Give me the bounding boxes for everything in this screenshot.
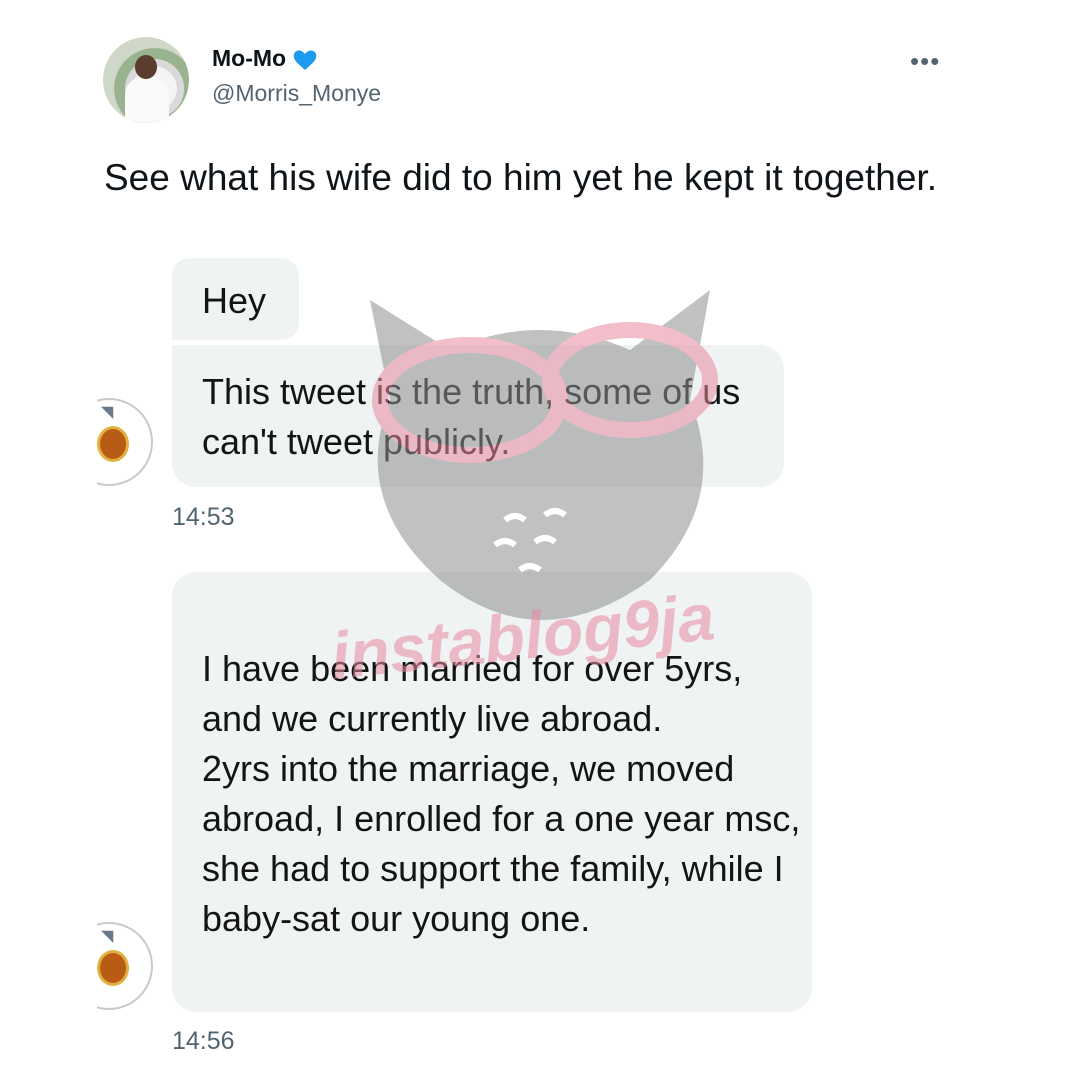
message-bubble: Hey <box>172 258 299 340</box>
more-options-icon[interactable]: ••• <box>910 46 940 77</box>
message-text: Hey <box>202 280 267 321</box>
message-timestamp: 14:53 <box>172 503 235 531</box>
message-text: I have been married for over 5yrs, and w… <box>202 648 801 939</box>
sender-avatar[interactable]: ◥ <box>97 398 153 488</box>
avatar-sign <box>97 950 129 986</box>
author-handle[interactable]: @Morris_Monye <box>212 80 381 107</box>
author-avatar[interactable] <box>103 37 189 123</box>
author-display-name: Mo-Mo <box>212 44 287 71</box>
bird-icon: ◥ <box>101 404 114 421</box>
message-bubble: This tweet is the truth, some of us can'… <box>172 345 784 487</box>
sender-avatar[interactable]: ◥ <box>97 922 153 1012</box>
author-name[interactable]: Mo-Mo <box>212 43 320 73</box>
verified-badge-icon <box>293 50 317 70</box>
avatar-sign <box>97 426 129 462</box>
message-bubble: I have been married for over 5yrs, and w… <box>172 572 812 1012</box>
message-text: This tweet is the truth, some of us can'… <box>202 371 741 462</box>
tweet-text: See what his wife did to him yet he kept… <box>104 157 937 198</box>
message-timestamp: 14:56 <box>172 1027 235 1055</box>
avatar-head <box>135 55 157 79</box>
bird-icon: ◥ <box>101 928 114 945</box>
avatar-shirt <box>125 77 169 123</box>
